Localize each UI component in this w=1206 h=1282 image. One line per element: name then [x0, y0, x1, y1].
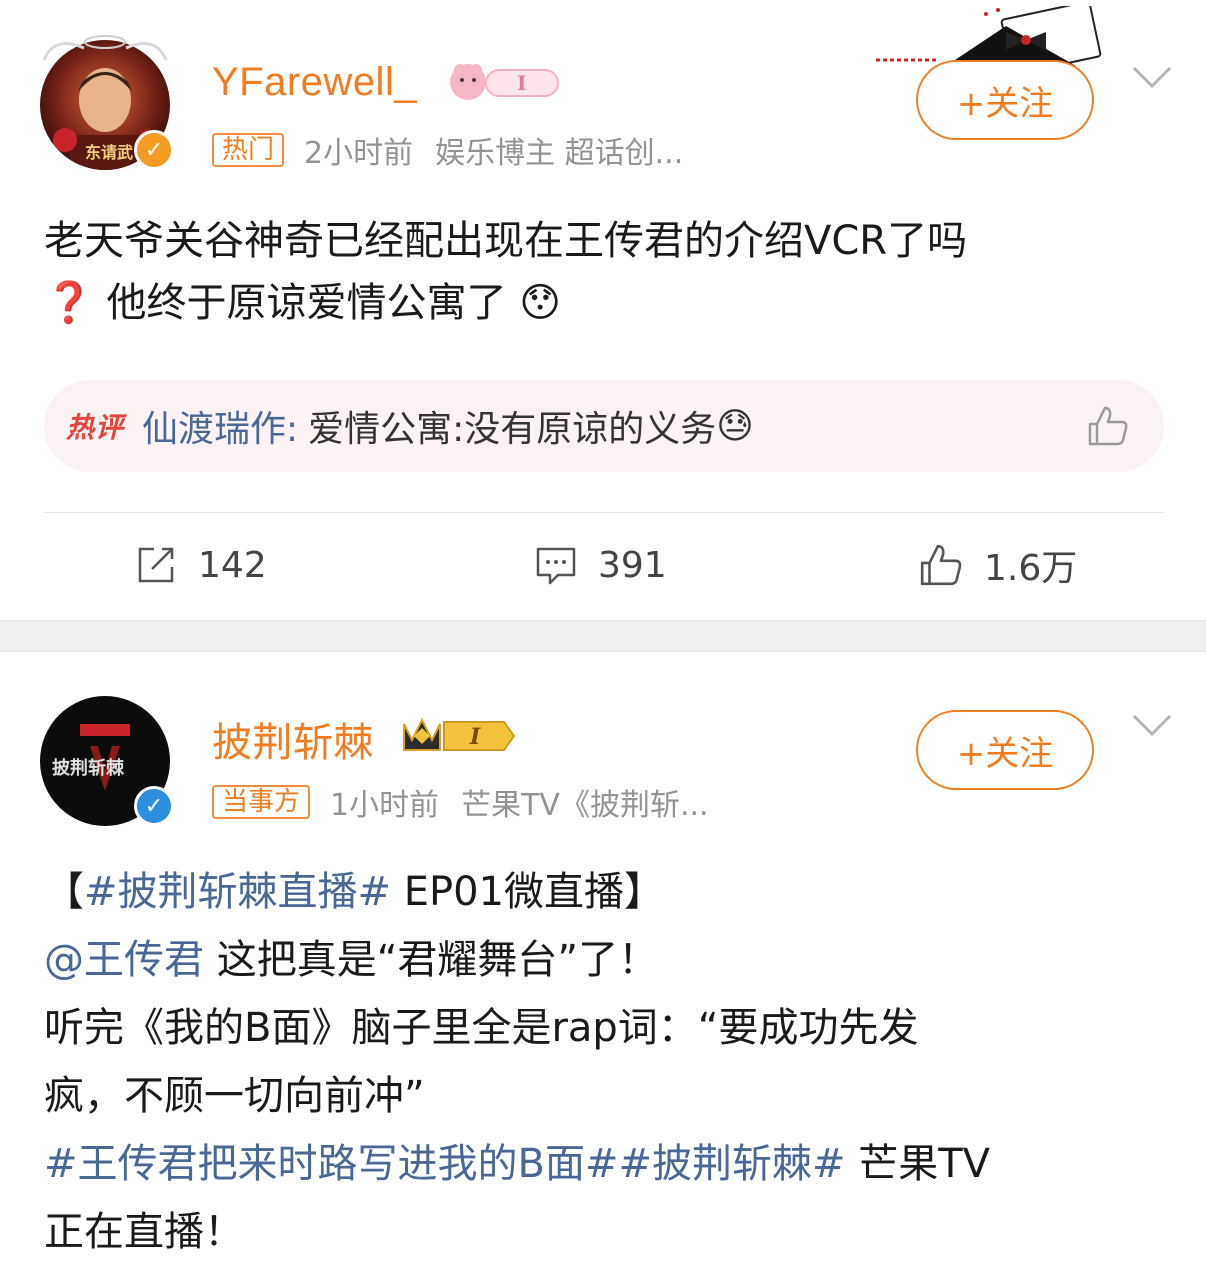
repost-count: 142 [198, 544, 267, 586]
comment-button[interactable]: 391 [534, 540, 667, 590]
content-line: ❓ 他终于原谅爱情公寓了 😯 [44, 272, 1164, 334]
content-line: 老天爷关谷神奇已经配出现在王传君的介绍VCR了吗 [44, 218, 968, 264]
topic-link[interactable]: #王传君把来时路写进我的B面# [44, 1141, 618, 1187]
content-text: 芒果TV [845, 1141, 991, 1187]
hot-tag: 热门 [212, 133, 285, 167]
surprised-emoji-icon: 😯 [519, 280, 561, 326]
username[interactable]: 披荆斩棘 [212, 710, 374, 768]
post-separator [0, 620, 1206, 652]
avatar[interactable]: 东请武 ✓ [40, 35, 174, 170]
fan-badge-icon: I [450, 64, 559, 100]
content-line: #王传君把来时路写进我的B面##披荆斩棘# 芒果TV [44, 1130, 1164, 1198]
like-thumb-icon[interactable] [1086, 404, 1130, 448]
repost-button[interactable]: 142 [134, 540, 267, 590]
content-text: 这把真是“君耀舞台”了！ [204, 937, 659, 983]
follow-button[interactable]: +关注 [916, 710, 1094, 790]
hot-comment[interactable]: 热评 仙渡瑞作: 爱情公寓:没有原谅的义务 😓 [44, 380, 1164, 472]
post-content: 老天爷关谷神奇已经配出现在王传君的介绍VCR了吗 ❓ 他终于原谅爱情公寓了 😯 [44, 210, 1164, 334]
svg-text:东请武: 东请武 [85, 143, 133, 162]
topic-link[interactable]: #披荆斩棘# [618, 1141, 845, 1187]
like-count: 1.6万 [984, 548, 1078, 589]
crown-badge-icon: I [403, 717, 516, 751]
svg-text:I: I [517, 71, 526, 95]
sweat-emoji-icon: 😓 [716, 405, 754, 447]
svg-text:披荆斩棘: 披荆斩棘 [52, 757, 125, 779]
content-line: 疯，不顾一切向前冲” [44, 1073, 425, 1119]
question-mark-icon: ❓ [44, 280, 94, 326]
bracket-open: 【 [44, 869, 84, 915]
post-meta: 热门 2小时前 娱乐博主 超话创... [212, 128, 683, 172]
post-time: 2小时前 [304, 136, 414, 171]
repost-icon [138, 547, 174, 583]
post-content: 【#披荆斩棘直播# EP01微直播】 @王传君 这把真是“君耀舞台”了！ 听完《… [44, 858, 1164, 1266]
hot-comment-text: 爱情公寓:没有原谅的义务 [308, 409, 717, 450]
hot-comment-label: 热评 [66, 411, 125, 444]
avatar[interactable]: 披荆斩棘 ✓ [40, 696, 174, 826]
like-icon [920, 544, 962, 586]
divider [44, 512, 1164, 513]
content-line: 听完《我的B面》脑子里全是rap词：“要成功先发 [44, 1005, 919, 1051]
wings-decoration-icon [42, 35, 168, 61]
username[interactable]: YFarewell_ [212, 60, 417, 105]
post-card-2: 披荆斩棘 ✓ 披荆斩棘 I 当事方 1小时前 芒果TV《披荆斩... +关注 【… [0, 652, 1206, 1282]
chevron-down-icon[interactable] [1130, 712, 1174, 740]
content-line: 【#披荆斩棘直播# EP01微直播】 [44, 858, 1164, 926]
verified-blue-icon: ✓ [134, 786, 174, 826]
svg-text:I: I [469, 724, 481, 750]
follow-button[interactable]: +关注 [916, 60, 1094, 140]
mention-link[interactable]: @王传君 [44, 937, 204, 983]
verified-orange-icon: ✓ [134, 130, 174, 170]
like-button[interactable]: 1.6万 [918, 540, 1077, 590]
hot-comment-user[interactable]: 仙渡瑞作: [142, 400, 298, 452]
post-source[interactable]: 芒果TV《披荆斩... [461, 780, 708, 824]
comment-icon [536, 547, 576, 585]
content-line: @王传君 这把真是“君耀舞台”了！ [44, 926, 1164, 994]
post-card-1: 东请武 ✓ YFarewell_ I 热门 2小时前 娱乐博主 超话创... +… [0, 0, 1206, 620]
chevron-down-icon[interactable] [1130, 64, 1174, 92]
comment-count: 391 [598, 544, 667, 586]
party-tag: 当事方 [212, 785, 311, 819]
content-text: EP01微直播】 [391, 869, 665, 915]
content-text: 他终于原谅爱情公寓了 [106, 280, 507, 326]
content-line: 正在直播！ [44, 1209, 244, 1255]
post-time: 1小时前 [330, 788, 440, 823]
post-meta: 当事方 1小时前 芒果TV《披荆斩... [212, 780, 709, 824]
post-source[interactable]: 娱乐博主 超话创... [435, 128, 683, 172]
topic-link[interactable]: #披荆斩棘直播# [84, 869, 391, 915]
